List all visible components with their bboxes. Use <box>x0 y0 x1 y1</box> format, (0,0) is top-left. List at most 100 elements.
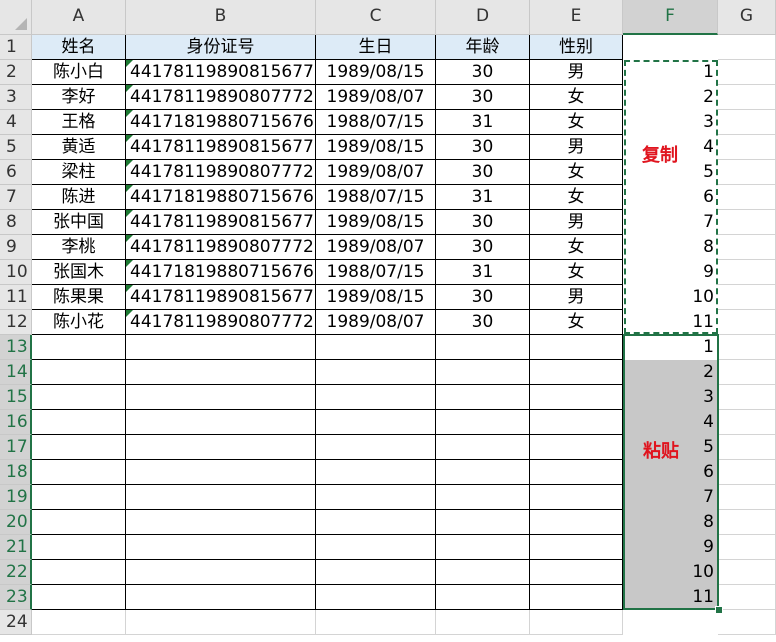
row-header-11[interactable]: 11 <box>0 285 32 310</box>
gender-cell[interactable]: 女 <box>530 235 623 260</box>
cell[interactable] <box>316 510 436 535</box>
copy-number-cell[interactable]: 9 <box>623 260 718 285</box>
name-cell[interactable]: 陈小花 <box>32 310 126 335</box>
cell[interactable] <box>126 460 316 485</box>
cell[interactable] <box>436 335 530 360</box>
name-cell[interactable]: 陈果果 <box>32 285 126 310</box>
paste-number-cell[interactable]: 1 <box>623 335 718 360</box>
gender-cell[interactable]: 男 <box>530 135 623 160</box>
header-cell-birthday[interactable]: 生日 <box>316 35 436 60</box>
cell[interactable] <box>530 510 623 535</box>
cell[interactable] <box>32 335 126 360</box>
cell[interactable] <box>530 335 623 360</box>
age-cell[interactable]: 30 <box>436 210 530 235</box>
empty-cell[interactable] <box>718 160 776 185</box>
empty-cell[interactable] <box>718 135 776 160</box>
paste-number-cell[interactable]: 9 <box>623 535 718 560</box>
cell[interactable] <box>126 535 316 560</box>
empty-cell[interactable] <box>718 35 776 60</box>
empty-cell[interactable] <box>718 535 776 560</box>
row-header-21[interactable]: 21 <box>0 535 32 560</box>
empty-cell[interactable] <box>316 610 436 635</box>
birthday-cell[interactable]: 1989/08/07 <box>316 160 436 185</box>
empty-cell[interactable] <box>718 260 776 285</box>
id-cell[interactable]: 441781198908156777 <box>126 135 316 160</box>
row-header-20[interactable]: 20 <box>0 510 32 535</box>
name-cell[interactable]: 陈进 <box>32 185 126 210</box>
row-header-12[interactable]: 12 <box>0 310 32 335</box>
age-cell[interactable]: 31 <box>436 185 530 210</box>
cell[interactable] <box>316 485 436 510</box>
birthday-cell[interactable]: 1988/07/15 <box>316 110 436 135</box>
cell[interactable] <box>436 560 530 585</box>
empty-cell[interactable] <box>530 610 623 635</box>
cell[interactable] <box>436 385 530 410</box>
name-cell[interactable]: 张国木 <box>32 260 126 285</box>
cell[interactable] <box>316 585 436 610</box>
copy-number-cell[interactable]: 10 <box>623 285 718 310</box>
cell[interactable] <box>530 585 623 610</box>
row-header-23[interactable]: 23 <box>0 585 32 610</box>
id-cell[interactable]: 441718198807156765 <box>126 185 316 210</box>
copy-number-cell[interactable]: 1 <box>623 60 718 85</box>
id-cell[interactable]: 441781198908156777 <box>126 285 316 310</box>
column-header-a[interactable]: A <box>32 0 126 35</box>
cell[interactable] <box>126 510 316 535</box>
cell[interactable] <box>32 560 126 585</box>
age-cell[interactable]: 30 <box>436 160 530 185</box>
cell[interactable] <box>436 485 530 510</box>
column-header-e[interactable]: E <box>530 0 623 35</box>
name-cell[interactable]: 陈小白 <box>32 60 126 85</box>
header-cell-gender[interactable]: 性别 <box>530 35 623 60</box>
cell[interactable] <box>436 410 530 435</box>
cell[interactable] <box>316 535 436 560</box>
row-header-15[interactable]: 15 <box>0 385 32 410</box>
header-cell-id[interactable]: 身份证号 <box>126 35 316 60</box>
empty-cell[interactable] <box>718 385 776 410</box>
cell[interactable] <box>530 385 623 410</box>
empty-cell[interactable] <box>718 85 776 110</box>
row-header-13[interactable]: 13 <box>0 335 32 360</box>
empty-cell[interactable] <box>436 610 530 635</box>
empty-cell[interactable] <box>718 460 776 485</box>
id-cell[interactable]: 441718198807156765 <box>126 110 316 135</box>
cell[interactable] <box>126 410 316 435</box>
paste-number-cell[interactable]: 2 <box>623 360 718 385</box>
row-header-5[interactable]: 5 <box>0 135 32 160</box>
row-header-22[interactable]: 22 <box>0 560 32 585</box>
name-cell[interactable]: 李桃 <box>32 235 126 260</box>
birthday-cell[interactable]: 1989/08/07 <box>316 310 436 335</box>
empty-cell[interactable] <box>718 610 776 635</box>
paste-number-cell[interactable]: 11 <box>623 585 718 610</box>
age-cell[interactable]: 30 <box>436 235 530 260</box>
age-cell[interactable]: 30 <box>436 60 530 85</box>
cell[interactable] <box>436 460 530 485</box>
name-cell[interactable]: 李好 <box>32 85 126 110</box>
cell[interactable] <box>436 435 530 460</box>
paste-number-cell[interactable]: 6 <box>623 460 718 485</box>
paste-number-cell[interactable]: 3 <box>623 385 718 410</box>
paste-number-cell[interactable]: 10 <box>623 560 718 585</box>
cell[interactable] <box>126 435 316 460</box>
empty-cell[interactable] <box>32 610 126 635</box>
cell[interactable] <box>32 360 126 385</box>
cell[interactable] <box>32 410 126 435</box>
name-cell[interactable]: 张中国 <box>32 210 126 235</box>
header-cell-age[interactable]: 年龄 <box>436 35 530 60</box>
cell[interactable] <box>32 385 126 410</box>
gender-cell[interactable]: 女 <box>530 85 623 110</box>
empty-cell[interactable] <box>718 310 776 335</box>
cell[interactable] <box>436 360 530 385</box>
row-header-7[interactable]: 7 <box>0 185 32 210</box>
row-header-3[interactable]: 3 <box>0 85 32 110</box>
column-header-c[interactable]: C <box>316 0 436 35</box>
gender-cell[interactable]: 男 <box>530 210 623 235</box>
cell[interactable] <box>126 485 316 510</box>
row-header-2[interactable]: 2 <box>0 60 32 85</box>
row-header-24[interactable]: 24 <box>0 610 32 635</box>
empty-cell[interactable] <box>718 285 776 310</box>
row-header-8[interactable]: 8 <box>0 210 32 235</box>
age-cell[interactable]: 30 <box>436 310 530 335</box>
row-header-6[interactable]: 6 <box>0 160 32 185</box>
cell[interactable] <box>530 535 623 560</box>
